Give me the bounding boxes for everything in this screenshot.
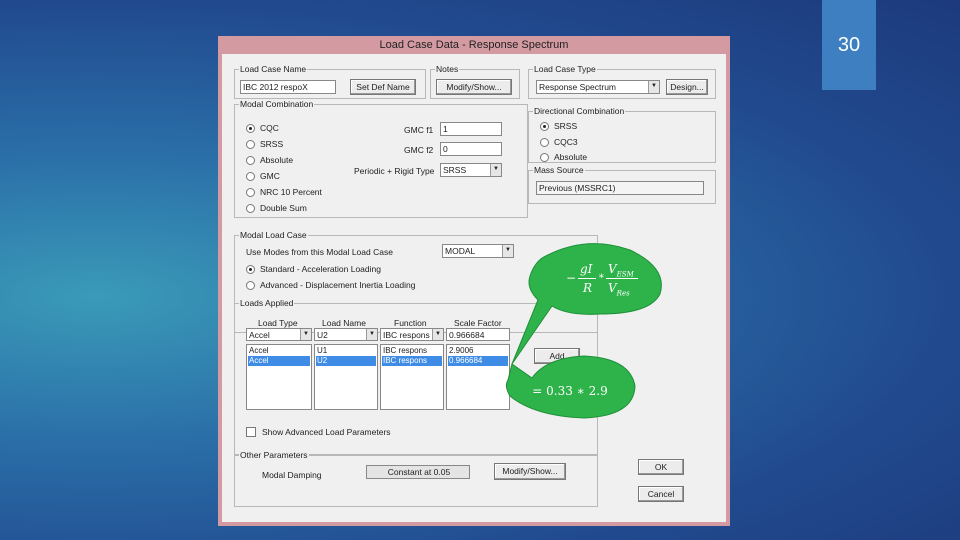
chevron-down-icon[interactable]: ▼ xyxy=(648,81,659,93)
function-value: IBC respons xyxy=(383,330,430,340)
cancel-button[interactable]: Cancel xyxy=(638,486,684,502)
table-cell[interactable]: U2 xyxy=(316,356,376,366)
periodic-rigid-type-label: Periodic + Rigid Type xyxy=(354,166,435,176)
directional-combination-label: Directional Combination xyxy=(533,106,626,116)
table-cell[interactable]: Accel xyxy=(248,356,310,366)
radio-dir-srss-label: SRSS xyxy=(554,121,578,131)
load-name-column: U1 U2 xyxy=(314,344,378,410)
modal-combination-label: Modal Combination xyxy=(239,99,315,109)
formula-bottom: = 0.33 ∗ 2.9 xyxy=(532,384,608,398)
modal-damping-value: Constant at 0.05 xyxy=(366,465,470,479)
gmc-f2-label: GMC f2 xyxy=(404,145,434,155)
formula-vesm: VESM xyxy=(608,262,634,279)
radio-advanced-displacement-label: Advanced - Displacement Inertia Loading xyxy=(260,280,416,290)
formula-times: ∗ xyxy=(598,271,605,282)
radio-nrc-10-percent-label: NRC 10 Percent xyxy=(260,187,322,197)
radio-dir-cqc3[interactable] xyxy=(540,138,549,147)
radio-absolute-label: Absolute xyxy=(260,155,294,165)
radio-standard-accel[interactable] xyxy=(246,265,255,274)
load-name-select[interactable]: U2 ▼ xyxy=(314,328,378,341)
load-type-select[interactable]: Accel ▼ xyxy=(246,328,312,341)
load-case-type-select[interactable]: Response Spectrum ▼ xyxy=(536,80,660,94)
table-cell[interactable]: IBC respons xyxy=(382,356,442,366)
load-name-value: U2 xyxy=(317,330,328,340)
chevron-down-icon[interactable]: ▼ xyxy=(300,329,311,340)
header-function: Function xyxy=(394,318,427,328)
ok-button[interactable]: OK xyxy=(638,459,684,475)
notes-label: Notes xyxy=(435,64,460,74)
radio-nrc-10-percent[interactable] xyxy=(246,188,255,197)
advanced-load-params-label: Show Advanced Load Parameters xyxy=(262,427,391,437)
table-cell[interactable]: U1 xyxy=(316,346,376,356)
radio-dir-srss[interactable] xyxy=(540,122,549,131)
load-case-name-input[interactable]: IBC 2012 respoX xyxy=(240,80,336,94)
radio-dir-cqc3-label: CQC3 xyxy=(554,137,578,147)
formula-vres: VRes xyxy=(608,281,630,298)
formula-r: R xyxy=(583,281,593,295)
other-params-modify-show-button[interactable]: Modify/Show... xyxy=(494,463,566,480)
formula-fraction-line xyxy=(578,278,596,279)
load-case-type-label: Load Case Type xyxy=(533,64,597,74)
load-case-type-value: Response Spectrum xyxy=(539,82,617,92)
function-select[interactable]: IBC respons ▼ xyxy=(380,328,444,341)
load-type-value: Accel xyxy=(249,330,270,340)
radio-advanced-displacement[interactable] xyxy=(246,281,255,290)
use-modes-value: MODAL xyxy=(445,246,476,256)
radio-gmc[interactable] xyxy=(246,172,255,181)
set-def-name-button[interactable]: Set Def Name xyxy=(350,79,416,95)
formula-gi: gI xyxy=(580,262,593,276)
mass-source-label: Mass Source xyxy=(533,165,585,175)
radio-srss-label: SRSS xyxy=(260,139,284,149)
load-type-column: Accel Accel xyxy=(246,344,312,410)
formula-minus: − xyxy=(566,271,577,285)
modal-load-case-label: Modal Load Case xyxy=(239,230,308,240)
formula-top: − gI R ∗ VESM VRes xyxy=(566,262,644,298)
periodic-rigid-type-value: SRSS xyxy=(443,165,467,175)
chevron-down-icon[interactable]: ▼ xyxy=(432,329,443,340)
advanced-load-params-checkbox[interactable] xyxy=(246,427,256,437)
radio-double-sum[interactable] xyxy=(246,204,255,213)
radio-dir-absolute-label: Absolute xyxy=(554,152,588,162)
radio-double-sum-label: Double Sum xyxy=(260,203,307,213)
gmc-f1-label: GMC f1 xyxy=(404,125,434,135)
slide-number: 30 xyxy=(822,0,876,90)
mass-source-value: Previous (MSSRC1) xyxy=(536,181,704,195)
header-load-name: Load Name xyxy=(322,318,366,328)
notes-modify-show-button[interactable]: Modify/Show... xyxy=(436,79,512,95)
gmc-f1-input[interactable]: 1 xyxy=(440,122,502,136)
radio-absolute[interactable] xyxy=(246,156,255,165)
modal-damping-label: Modal Damping xyxy=(262,470,322,480)
chevron-down-icon[interactable]: ▼ xyxy=(366,329,377,340)
function-column: IBC respons IBC respons xyxy=(380,344,444,410)
dialog-title: Load Case Data - Response Spectrum xyxy=(379,39,569,51)
header-load-type: Load Type xyxy=(258,318,298,328)
radio-gmc-label: GMC xyxy=(260,171,280,181)
periodic-rigid-type-select[interactable]: SRSS ▼ xyxy=(440,163,502,177)
table-cell[interactable]: IBC respons xyxy=(382,346,442,356)
radio-dir-absolute[interactable] xyxy=(540,153,549,162)
radio-standard-accel-label: Standard - Acceleration Loading xyxy=(260,264,381,274)
radio-srss[interactable] xyxy=(246,140,255,149)
design-button[interactable]: Design... xyxy=(666,79,708,95)
radio-cqc[interactable] xyxy=(246,124,255,133)
gmc-f2-input[interactable]: 0 xyxy=(440,142,502,156)
load-case-name-label: Load Case Name xyxy=(239,64,308,74)
other-parameters-label: Other Parameters xyxy=(239,450,309,460)
formula-fraction-line xyxy=(606,278,638,279)
radio-cqc-label: CQC xyxy=(260,123,279,133)
loads-applied-label: Loads Applied xyxy=(239,298,295,308)
chevron-down-icon[interactable]: ▼ xyxy=(490,164,501,176)
table-cell[interactable]: Accel xyxy=(248,346,310,356)
use-modes-label: Use Modes from this Modal Load Case xyxy=(246,247,393,257)
